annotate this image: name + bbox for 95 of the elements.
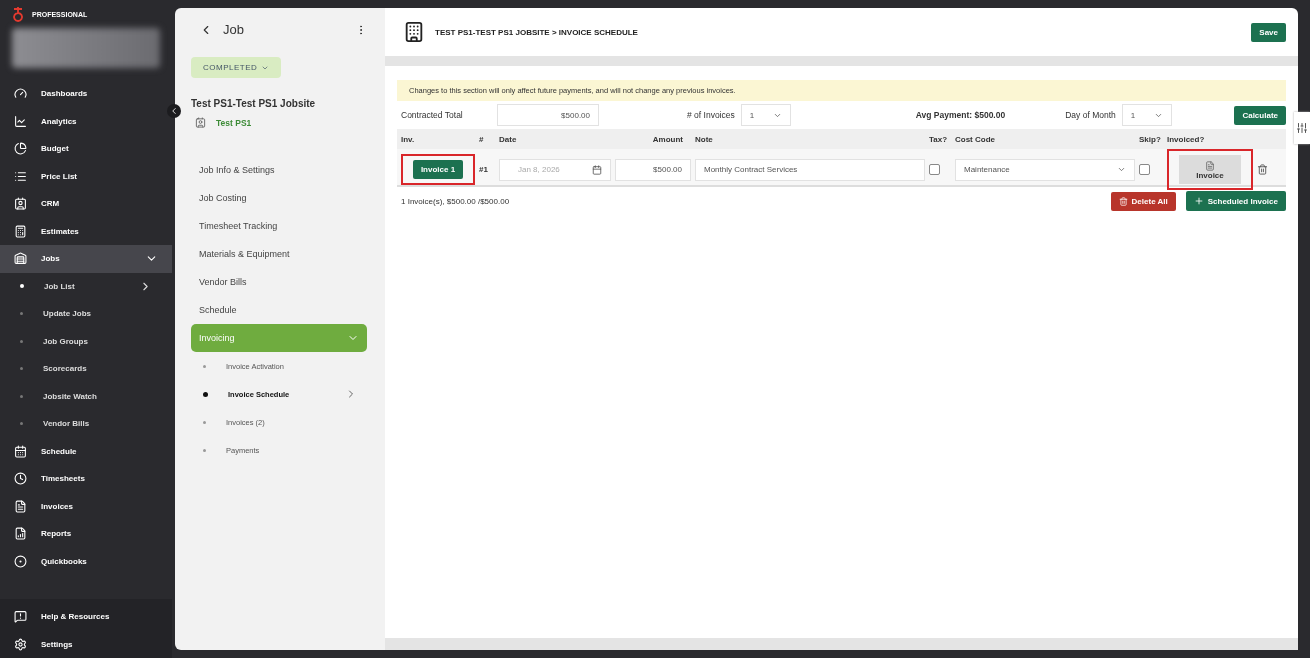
bullet-icon (20, 422, 23, 426)
column-header: Tax? (929, 134, 949, 144)
bullet-icon (203, 420, 206, 424)
nav-icon (14, 554, 27, 568)
nav-icon (14, 527, 27, 541)
input-field[interactable]: $500.00 (497, 104, 599, 126)
sidebar-item[interactable]: Help & Resources (0, 603, 172, 631)
settings-tab[interactable] (1294, 112, 1310, 144)
save-button[interactable]: Save (1251, 22, 1286, 42)
status-dropdown[interactable]: COMPLETED (191, 57, 282, 78)
panel-title: Job (223, 22, 244, 37)
bullet-icon (20, 339, 23, 343)
sidebar-item[interactable]: Reports (0, 520, 172, 548)
skip-checkbox[interactable] (1139, 164, 1150, 175)
sidebar-item[interactable]: Invoices (0, 492, 172, 520)
nav-icon (14, 472, 27, 486)
sidebar-item[interactable]: Timesheets (0, 465, 172, 493)
sidebar-item[interactable]: Quickbooks (0, 547, 172, 575)
column-header: Date (499, 134, 518, 144)
trash-icon[interactable] (1257, 164, 1268, 175)
tax-checkbox[interactable] (929, 164, 940, 175)
sidebar-subitem[interactable]: Update Jobs (0, 300, 172, 328)
sidebar-item[interactable]: Schedule (0, 437, 172, 465)
bullet-icon (203, 391, 208, 397)
job-nav-item[interactable]: Vendor Bills (191, 268, 367, 296)
job-nav-item[interactable]: Job Costing (191, 184, 367, 212)
column-header: Invoiced? (1167, 134, 1206, 144)
field-label: # of Invoices (687, 110, 735, 120)
document-icon (1205, 161, 1215, 171)
plus-icon (1193, 196, 1204, 206)
contact-icon (195, 117, 206, 128)
nav-icon (14, 499, 27, 513)
sidebar-subitem[interactable]: Job List (0, 272, 172, 300)
nav-icon (14, 197, 27, 211)
sidebar-item[interactable]: Estimates (0, 217, 172, 245)
bullet-icon (20, 367, 23, 371)
sidebar-subitem[interactable]: Jobsite Watch (0, 382, 172, 410)
nav-icon (14, 224, 27, 238)
bullet-icon (203, 364, 206, 368)
add-scheduled-invoice-button[interactable]: Scheduled Invoice (1185, 191, 1286, 211)
logo-icon (12, 6, 24, 22)
bullet-icon (203, 448, 206, 452)
nav-icon (14, 444, 27, 458)
sidebar-item[interactable]: Budget (0, 135, 172, 163)
page-title: TEST PS1-TEST PS1 JOBSITE > INVOICE SCHEDULE (435, 27, 639, 37)
invoice-summary: 1 Invoice(s), $500.00 /$500.00 (400, 196, 511, 206)
sidebar-item[interactable]: CRM (0, 190, 172, 218)
nav-icon (14, 87, 27, 101)
trash-icon (1118, 196, 1128, 206)
column-header: Amount (651, 134, 684, 144)
job-nav-item[interactable]: Timesheet Tracking (191, 212, 367, 240)
nav-icon (14, 610, 27, 624)
sidebar-item[interactable]: Jobs (0, 245, 172, 273)
sidebar-item[interactable]: Settings (0, 630, 172, 658)
bullet-icon (20, 394, 23, 398)
amount-field[interactable]: $500.00 (615, 158, 691, 181)
bullet-icon (20, 312, 23, 316)
job-nav-item[interactable]: Materials & Equipment (191, 240, 367, 268)
column-header: # (479, 134, 485, 144)
sidebar-subitem[interactable]: Vendor Bills (0, 410, 172, 438)
nav-icon (14, 142, 27, 156)
calendar-icon (592, 164, 602, 175)
note-field[interactable]: Monthly Contract Services (695, 158, 925, 181)
job-nav-item[interactable]: Schedule (191, 296, 367, 324)
cost-code-select[interactable]: Maintenance (955, 158, 1135, 181)
sidebar-subitem[interactable]: Scorecards (0, 355, 172, 383)
select-field[interactable]: 1 (1121, 104, 1172, 126)
sidebar-item[interactable]: Price List (0, 162, 172, 190)
job-name: Test PS1-Test PS1 Jobsite (191, 98, 317, 109)
job-nav-item[interactable]: Job Info & Settings (191, 156, 367, 184)
sidebar-item[interactable]: Dashboards (0, 80, 172, 108)
calculate-button[interactable]: Calculate (1234, 105, 1286, 125)
sliders-icon (1296, 122, 1308, 134)
select-field[interactable]: 1 (740, 104, 791, 126)
nav-icon (14, 637, 27, 651)
field-label: Contracted Total (400, 110, 464, 120)
client-link[interactable]: Test PS1 (216, 117, 252, 128)
column-header: Cost Code (955, 134, 996, 144)
delete-all-button[interactable]: Delete All (1110, 191, 1176, 211)
column-header: Skip? (1139, 134, 1162, 144)
sidebar-item[interactable]: Analytics (0, 107, 172, 135)
caret-icon (1117, 165, 1126, 174)
bullet-icon (20, 284, 24, 289)
table-cell-text: #1 (479, 165, 489, 174)
invoice-button[interactable]: Invoice 1 (412, 160, 464, 179)
column-header: Inv. (401, 134, 416, 144)
nav-icon (14, 169, 27, 183)
field-label: Day of Month (1065, 110, 1116, 120)
chevron-left-icon (169, 106, 179, 116)
invoice-action-button[interactable]: Invoice (1179, 155, 1241, 184)
avg-payment: Avg Payment: $500.00 (915, 110, 1006, 120)
nav-icon (14, 252, 27, 266)
column-header: Note (695, 134, 714, 144)
nav-icon (14, 114, 27, 128)
sidebar-subitem[interactable]: Job Groups (0, 327, 172, 355)
